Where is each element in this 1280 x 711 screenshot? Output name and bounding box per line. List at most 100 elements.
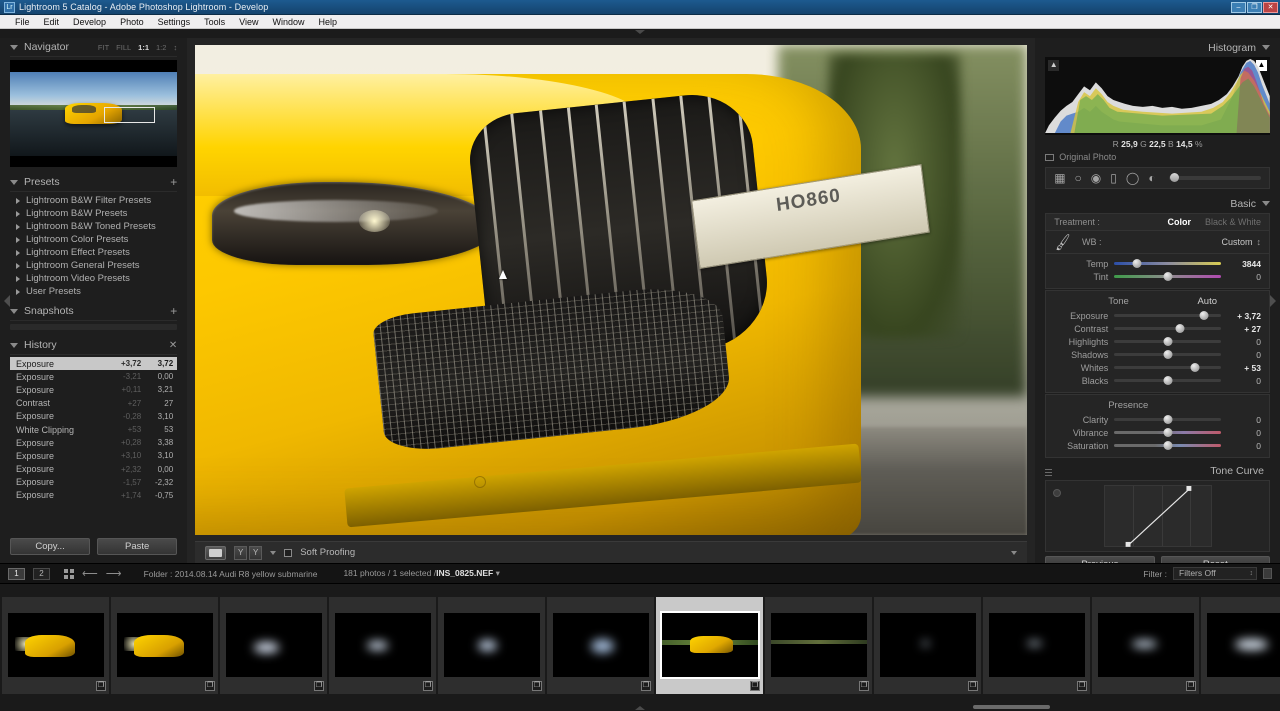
thumbnail-badge[interactable]: ❐ <box>859 680 869 691</box>
snapshots-header[interactable]: Snapshots + <box>10 302 178 321</box>
main-photo[interactable]: HO860 <box>195 44 1028 535</box>
history-header[interactable]: History ✕ <box>10 336 178 355</box>
menu-window[interactable]: Window <box>266 17 312 27</box>
thumbnail-badge[interactable]: ❐ <box>314 680 324 691</box>
saturation-slider-track[interactable] <box>1114 440 1221 450</box>
image-viewport[interactable]: HO860 <box>187 38 1035 537</box>
paste-button[interactable]: Paste <box>97 538 178 555</box>
before-after-icon[interactable]: Y <box>234 545 248 560</box>
thumbnail-item[interactable]: ❐ <box>765 596 872 694</box>
soft-proofing-checkbox[interactable] <box>284 548 293 557</box>
spot-removal-icon[interactable]: ○ <box>1075 172 1082 184</box>
history-row[interactable]: Exposure +2,32 0,00 <box>10 463 177 476</box>
tool-amount-slider[interactable] <box>1168 173 1261 182</box>
shadows-slider-track[interactable] <box>1114 349 1221 359</box>
thumbnail-item[interactable]: ❐ <box>329 596 436 694</box>
preset-group-color[interactable]: Lightroom Color Presets <box>10 233 177 246</box>
vibrance-slider-row[interactable]: Vibrance 0 <box>1046 426 1269 439</box>
preset-group-effect[interactable]: Lightroom Effect Presets <box>10 246 177 259</box>
original-photo-row[interactable]: Original Photo <box>1045 152 1270 167</box>
chevron-down-icon[interactable] <box>10 308 18 314</box>
histogram-header[interactable]: Histogram <box>1045 38 1270 57</box>
whites-slider-row[interactable]: Whites + 53 <box>1046 361 1269 374</box>
chevron-down-icon[interactable] <box>1262 201 1270 206</box>
tone-curve-header[interactable]: Tone Curve <box>1045 462 1270 480</box>
auto-tone-button[interactable]: Auto <box>1197 296 1217 307</box>
copy-button[interactable]: Copy... <box>10 538 91 555</box>
clear-history-icon[interactable]: ✕ <box>169 340 177 351</box>
thumbnail-item-selected[interactable]: ❐ <box>656 596 763 694</box>
chevron-updown-icon[interactable]: ↕ <box>173 43 177 52</box>
grid-view-icon[interactable] <box>64 568 74 579</box>
maximize-button[interactable]: ❐ <box>1247 1 1262 13</box>
filter-dropdown[interactable]: Filters Off ↕ <box>1173 567 1257 580</box>
thumbnail-badge[interactable]: ❐ <box>1077 680 1087 691</box>
thumbnail-item[interactable]: ❐ <box>1201 596 1280 694</box>
history-row[interactable]: Exposure +3,10 3,10 <box>10 449 177 462</box>
menu-view[interactable]: View <box>232 17 265 27</box>
thumbnail-item[interactable]: ❐ <box>2 596 109 694</box>
history-row[interactable]: Exposure -3,21 0,00 <box>10 370 177 383</box>
zoom-1-1[interactable]: 1:1 <box>138 43 149 52</box>
blacks-slider-track[interactable] <box>1114 375 1221 385</box>
reset-button[interactable]: Reset <box>1160 556 1271 563</box>
zoom-1-2[interactable]: 1:2 <box>156 43 166 52</box>
tone-curve-graph[interactable] <box>1045 480 1270 552</box>
tint-slider-track[interactable] <box>1114 271 1221 281</box>
loupe-view-icon[interactable] <box>205 545 227 560</box>
clarity-slider-track[interactable] <box>1114 414 1221 424</box>
contrast-slider-row[interactable]: Contrast + 27 <box>1046 322 1269 335</box>
history-row[interactable]: Exposure +3,72 3,72 <box>10 357 178 371</box>
tint-slider-row[interactable]: Tint 0 <box>1046 270 1269 283</box>
history-row[interactable]: Exposure -1,57 -2,32 <box>10 476 177 489</box>
menu-edit[interactable]: Edit <box>37 17 67 27</box>
graduated-filter-icon[interactable]: ▯ <box>1110 172 1117 184</box>
history-row[interactable]: Contrast +27 27 <box>10 397 177 410</box>
treatment-color-option[interactable]: Color <box>1167 217 1191 227</box>
zoom-fit[interactable]: FIT <box>98 43 109 52</box>
add-snapshot-button[interactable]: + <box>170 305 177 317</box>
filter-toggle-icon[interactable] <box>1263 568 1272 579</box>
thumbnail-badge[interactable]: ❐ <box>96 680 106 691</box>
before-after-group[interactable]: Y Y <box>234 545 263 560</box>
navigator-header[interactable]: Navigator FIT FILL 1:1 1:2 ↕ <box>10 38 178 57</box>
red-eye-icon[interactable]: ◉ <box>1091 172 1101 184</box>
page-1-button[interactable]: 1 <box>8 567 25 580</box>
history-row[interactable]: Exposure +0,11 3,21 <box>10 383 177 396</box>
add-preset-button[interactable]: + <box>170 176 177 188</box>
thumbnail-item[interactable]: ❐ <box>111 596 218 694</box>
chevron-down-icon[interactable]: ▾ <box>496 568 500 578</box>
thumbnail-badge[interactable]: ❐ <box>205 680 215 691</box>
tone-curve-plot[interactable] <box>1103 485 1212 547</box>
chevron-down-icon[interactable] <box>1262 45 1270 50</box>
navigator-preview[interactable] <box>10 60 178 167</box>
highlights-slider-track[interactable] <box>1114 336 1221 346</box>
basic-header[interactable]: Basic <box>1045 194 1270 213</box>
arrow-left-icon[interactable]: ⟵ <box>82 567 98 580</box>
chevron-down-icon[interactable] <box>270 550 277 555</box>
chevron-updown-icon[interactable]: ↕ <box>1257 237 1262 247</box>
preset-group-user[interactable]: User Presets <box>10 285 177 298</box>
collapse-left-panel-icon[interactable] <box>4 294 10 307</box>
thumbnail-badge[interactable]: ❐ <box>1186 680 1196 691</box>
temp-slider-row[interactable]: Temp 3844 <box>1046 257 1269 270</box>
eyedropper-icon[interactable]: 🖌 <box>1053 232 1073 252</box>
thumbnail-badge[interactable]: ❐ <box>641 680 651 691</box>
thumbnail-badge[interactable]: ❐ <box>532 680 542 691</box>
menu-develop[interactable]: Develop <box>66 17 113 27</box>
exposure-slider-row[interactable]: Exposure + 3,72 <box>1046 309 1269 322</box>
chevron-down-icon[interactable] <box>10 44 18 50</box>
presets-header[interactable]: Presets + <box>10 173 178 192</box>
contrast-slider-track[interactable] <box>1114 323 1221 333</box>
saturation-slider-row[interactable]: Saturation 0 <box>1046 439 1269 452</box>
temp-slider-track[interactable] <box>1114 258 1221 268</box>
collapse-right-panel-icon[interactable] <box>1270 294 1276 307</box>
before-after-icon[interactable]: Y <box>249 545 263 560</box>
thumbnail-item[interactable]: ❐ <box>983 596 1090 694</box>
preset-group-general[interactable]: Lightroom General Presets <box>10 259 177 272</box>
thumbnail-item[interactable]: ❐ <box>438 596 545 694</box>
menu-help[interactable]: Help <box>312 17 345 27</box>
zoom-fill[interactable]: FILL <box>116 43 131 52</box>
chevron-down-icon[interactable] <box>10 342 18 348</box>
menu-settings[interactable]: Settings <box>151 17 198 27</box>
